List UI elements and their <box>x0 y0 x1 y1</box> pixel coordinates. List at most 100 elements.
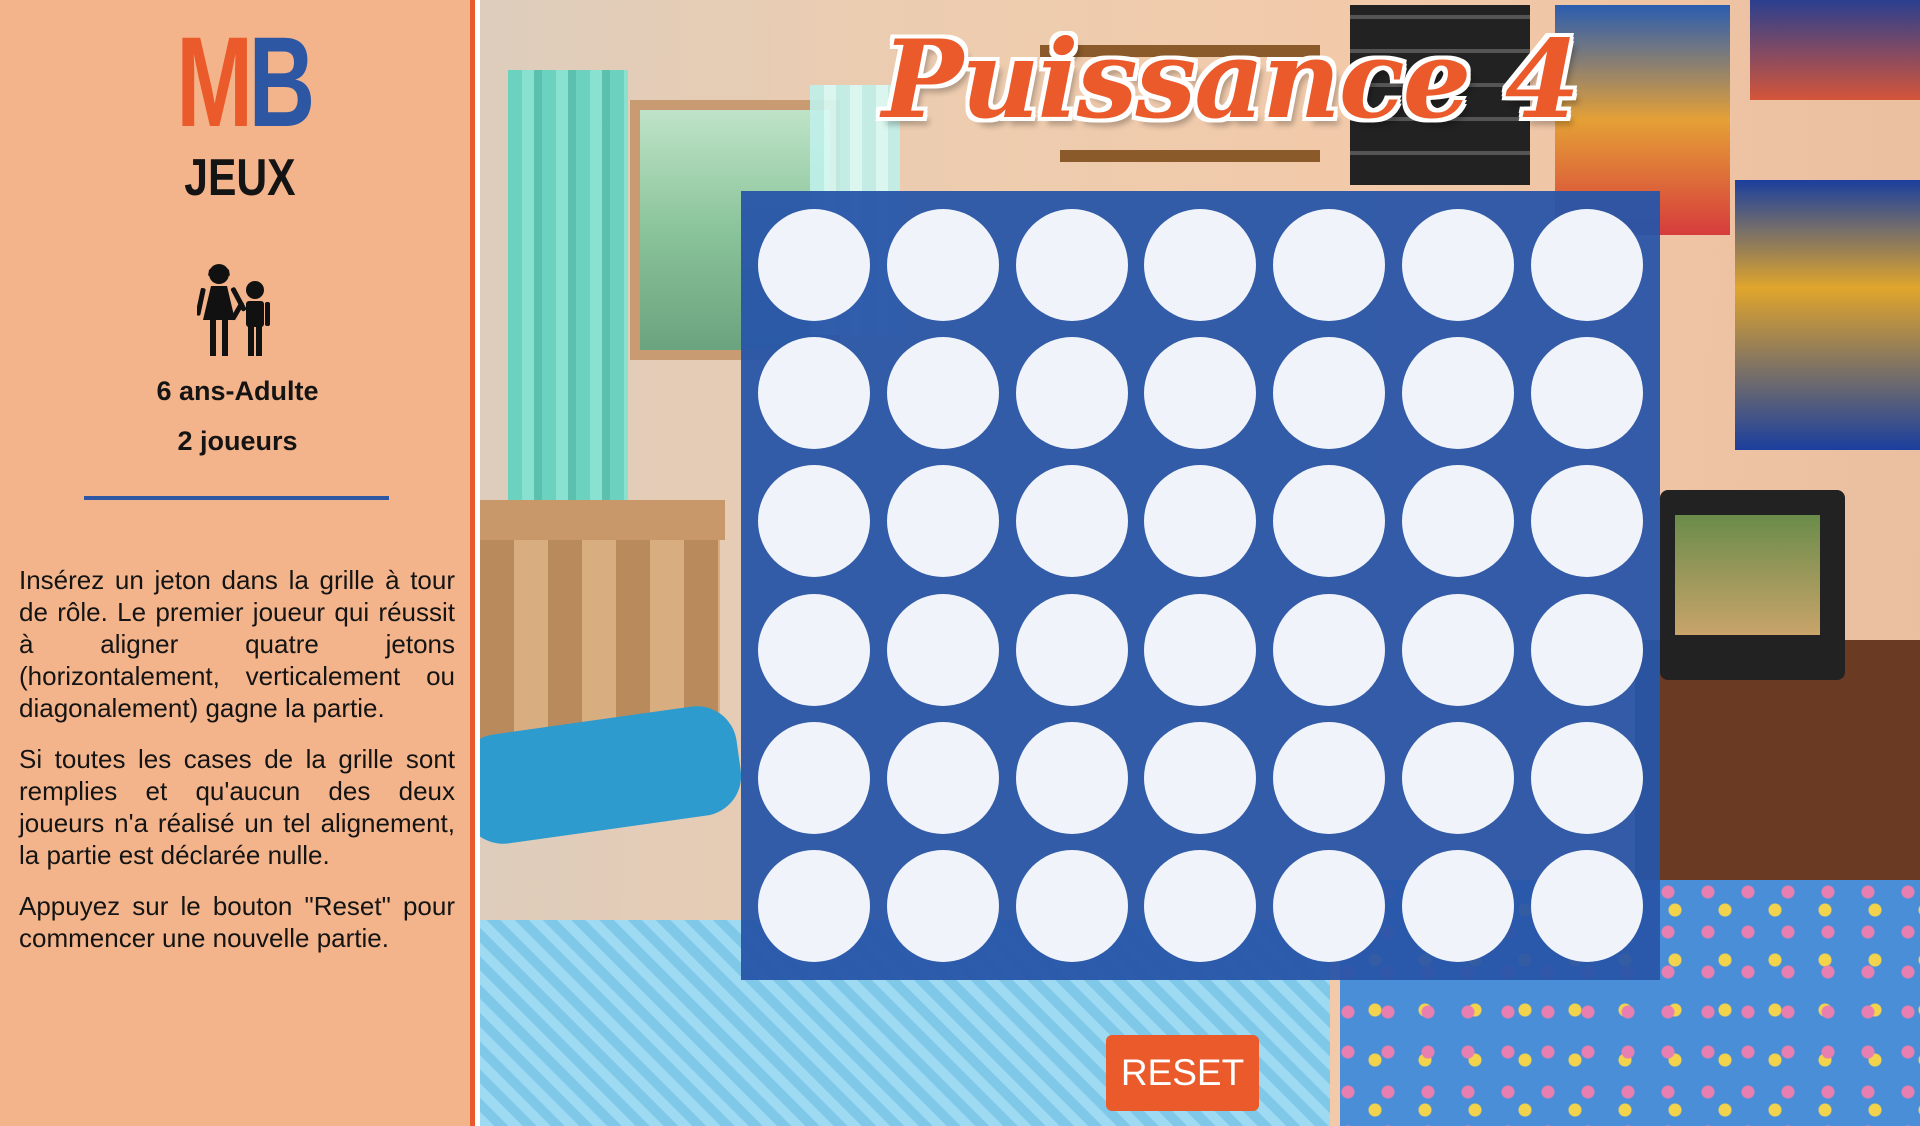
empty-slot <box>1144 721 1257 834</box>
empty-slot <box>887 593 1000 706</box>
empty-slot <box>1273 721 1386 834</box>
board-cell[interactable] <box>1265 329 1394 457</box>
board-cell[interactable] <box>1522 714 1651 842</box>
board-cell[interactable] <box>1265 714 1394 842</box>
empty-slot <box>1015 593 1128 706</box>
board-cell[interactable] <box>750 586 879 714</box>
board-cell[interactable] <box>1394 201 1523 329</box>
board-cell[interactable] <box>1007 457 1136 585</box>
empty-slot <box>758 209 871 322</box>
empty-slot <box>1015 465 1128 578</box>
board-cell[interactable] <box>1136 586 1265 714</box>
empty-slot <box>1401 465 1514 578</box>
board-cell[interactable] <box>1394 714 1523 842</box>
player-count: 2 joueurs <box>177 426 298 456</box>
board-cell[interactable] <box>750 329 879 457</box>
logo-letter-b: B <box>248 11 316 154</box>
board-cell[interactable] <box>1007 714 1136 842</box>
board-cell[interactable] <box>1007 201 1136 329</box>
empty-slot <box>1530 209 1643 322</box>
board-cell[interactable] <box>1265 842 1394 970</box>
empty-slot <box>758 465 871 578</box>
empty-slot <box>1401 721 1514 834</box>
empty-slot <box>758 721 871 834</box>
board-cell[interactable] <box>1007 586 1136 714</box>
empty-slot <box>1273 849 1386 962</box>
board-cell[interactable] <box>1522 329 1651 457</box>
page: MB JEUX 6 ans-Adulte 2 joueurs Insérez u… <box>0 0 1920 1126</box>
board-cell[interactable] <box>1394 842 1523 970</box>
empty-slot <box>758 337 871 450</box>
empty-slot <box>1530 721 1643 834</box>
board-cell[interactable] <box>750 201 879 329</box>
rule-paragraph: Si toutes les cases de la grille sont re… <box>19 744 455 870</box>
board-cell[interactable] <box>1265 586 1394 714</box>
empty-slot <box>887 465 1000 578</box>
board-cell[interactable] <box>879 329 1008 457</box>
board-cell[interactable] <box>1136 201 1265 329</box>
empty-slot <box>1144 209 1257 322</box>
empty-slot <box>887 721 1000 834</box>
board-cell[interactable] <box>879 842 1008 970</box>
empty-slot <box>1144 465 1257 578</box>
board-cell[interactable] <box>879 714 1008 842</box>
board-cell[interactable] <box>1136 329 1265 457</box>
empty-slot <box>1401 849 1514 962</box>
empty-slot <box>1015 721 1128 834</box>
empty-slot <box>1273 209 1386 322</box>
game-board <box>741 191 1660 980</box>
logo-letters: MB <box>176 18 315 148</box>
empty-slot <box>1273 465 1386 578</box>
game-area: Puissance 4 RESET <box>480 0 1920 1126</box>
board-cell[interactable] <box>750 842 879 970</box>
empty-slot <box>1273 337 1386 450</box>
empty-slot <box>1144 593 1257 706</box>
age-range: 6 ans-Adulte <box>156 376 319 406</box>
mb-jeux-logo: MB JEUX <box>150 18 330 207</box>
board-cell[interactable] <box>1007 329 1136 457</box>
empty-slot <box>1273 593 1386 706</box>
empty-slot <box>887 337 1000 450</box>
board-cell[interactable] <box>1265 201 1394 329</box>
empty-slot <box>1015 337 1128 450</box>
board-cell[interactable] <box>1265 457 1394 585</box>
board-cell[interactable] <box>1522 842 1651 970</box>
empty-slot <box>887 849 1000 962</box>
sidebar: MB JEUX 6 ans-Adulte 2 joueurs Insérez u… <box>0 0 475 1126</box>
reset-button[interactable]: RESET <box>1106 1035 1259 1111</box>
board-cell[interactable] <box>1522 201 1651 329</box>
board-cell[interactable] <box>879 457 1008 585</box>
board-cell[interactable] <box>879 586 1008 714</box>
board-cell[interactable] <box>750 457 879 585</box>
two-children-icon <box>197 264 270 356</box>
game-title: Puissance 4 <box>881 17 1580 143</box>
empty-slot <box>1401 593 1514 706</box>
board-cell[interactable] <box>1136 714 1265 842</box>
board-cell[interactable] <box>1394 457 1523 585</box>
empty-slot <box>758 593 871 706</box>
logo-subtitle: JEUX <box>184 149 296 207</box>
empty-slot <box>1015 209 1128 322</box>
rule-paragraph: Appuyez sur le bouton "Reset" pour comme… <box>19 891 455 953</box>
board-cell[interactable] <box>879 201 1008 329</box>
empty-slot <box>1401 209 1514 322</box>
empty-slot <box>758 849 871 962</box>
board-cell[interactable] <box>1007 842 1136 970</box>
empty-slot <box>1144 337 1257 450</box>
rules-text: Insérez un jeton dans la grille à tour d… <box>19 564 455 973</box>
board-cell[interactable] <box>1394 329 1523 457</box>
board-cell[interactable] <box>1394 586 1523 714</box>
board-cell[interactable] <box>750 714 879 842</box>
board-cell[interactable] <box>1522 586 1651 714</box>
empty-slot <box>1401 337 1514 450</box>
board-cell[interactable] <box>1136 842 1265 970</box>
empty-slot <box>887 209 1000 322</box>
board-cell[interactable] <box>1136 457 1265 585</box>
rule-paragraph: Insérez un jeton dans la grille à tour d… <box>19 565 455 723</box>
empty-slot <box>1530 593 1643 706</box>
logo-letter-m: M <box>176 11 253 154</box>
board-cell[interactable] <box>1522 457 1651 585</box>
empty-slot <box>1144 849 1257 962</box>
empty-slot <box>1530 465 1643 578</box>
divider <box>84 496 389 500</box>
